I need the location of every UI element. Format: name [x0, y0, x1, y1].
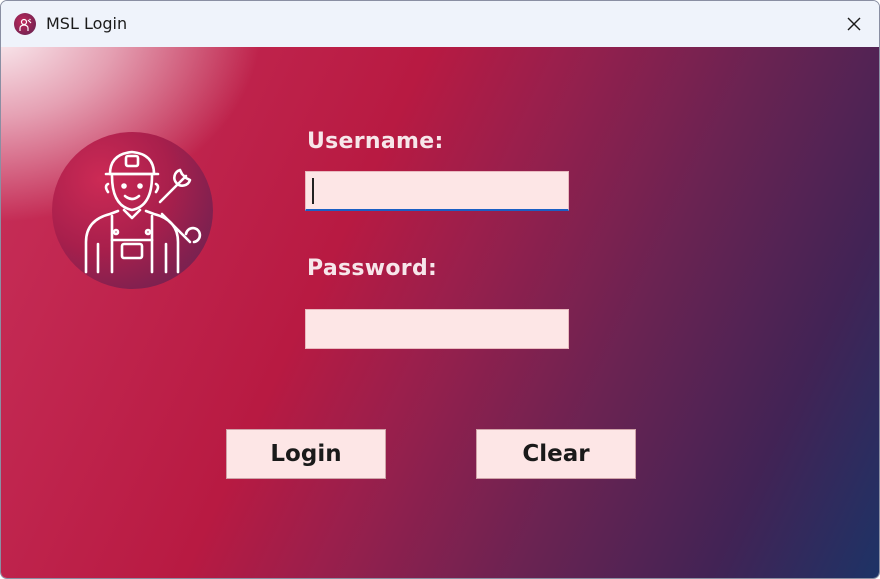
login-panel: Username: Password: Login Clear	[1, 47, 879, 578]
password-input[interactable]	[305, 309, 569, 349]
username-label: Username:	[307, 129, 444, 154]
mechanic-icon	[84, 150, 202, 274]
text-caret	[312, 178, 314, 204]
login-window: MSL Login Username: Password: Login Clea…	[0, 0, 880, 579]
mechanic-avatar	[52, 132, 213, 289]
mechanic-app-icon	[14, 13, 36, 35]
username-input[interactable]	[305, 171, 569, 211]
title-bar: MSL Login	[1, 1, 879, 47]
clear-button[interactable]: Clear	[476, 429, 636, 479]
close-button[interactable]	[829, 1, 879, 47]
close-icon	[847, 17, 861, 31]
password-label: Password:	[307, 256, 438, 281]
login-button[interactable]: Login	[226, 429, 386, 479]
window-title: MSL Login	[46, 14, 128, 33]
